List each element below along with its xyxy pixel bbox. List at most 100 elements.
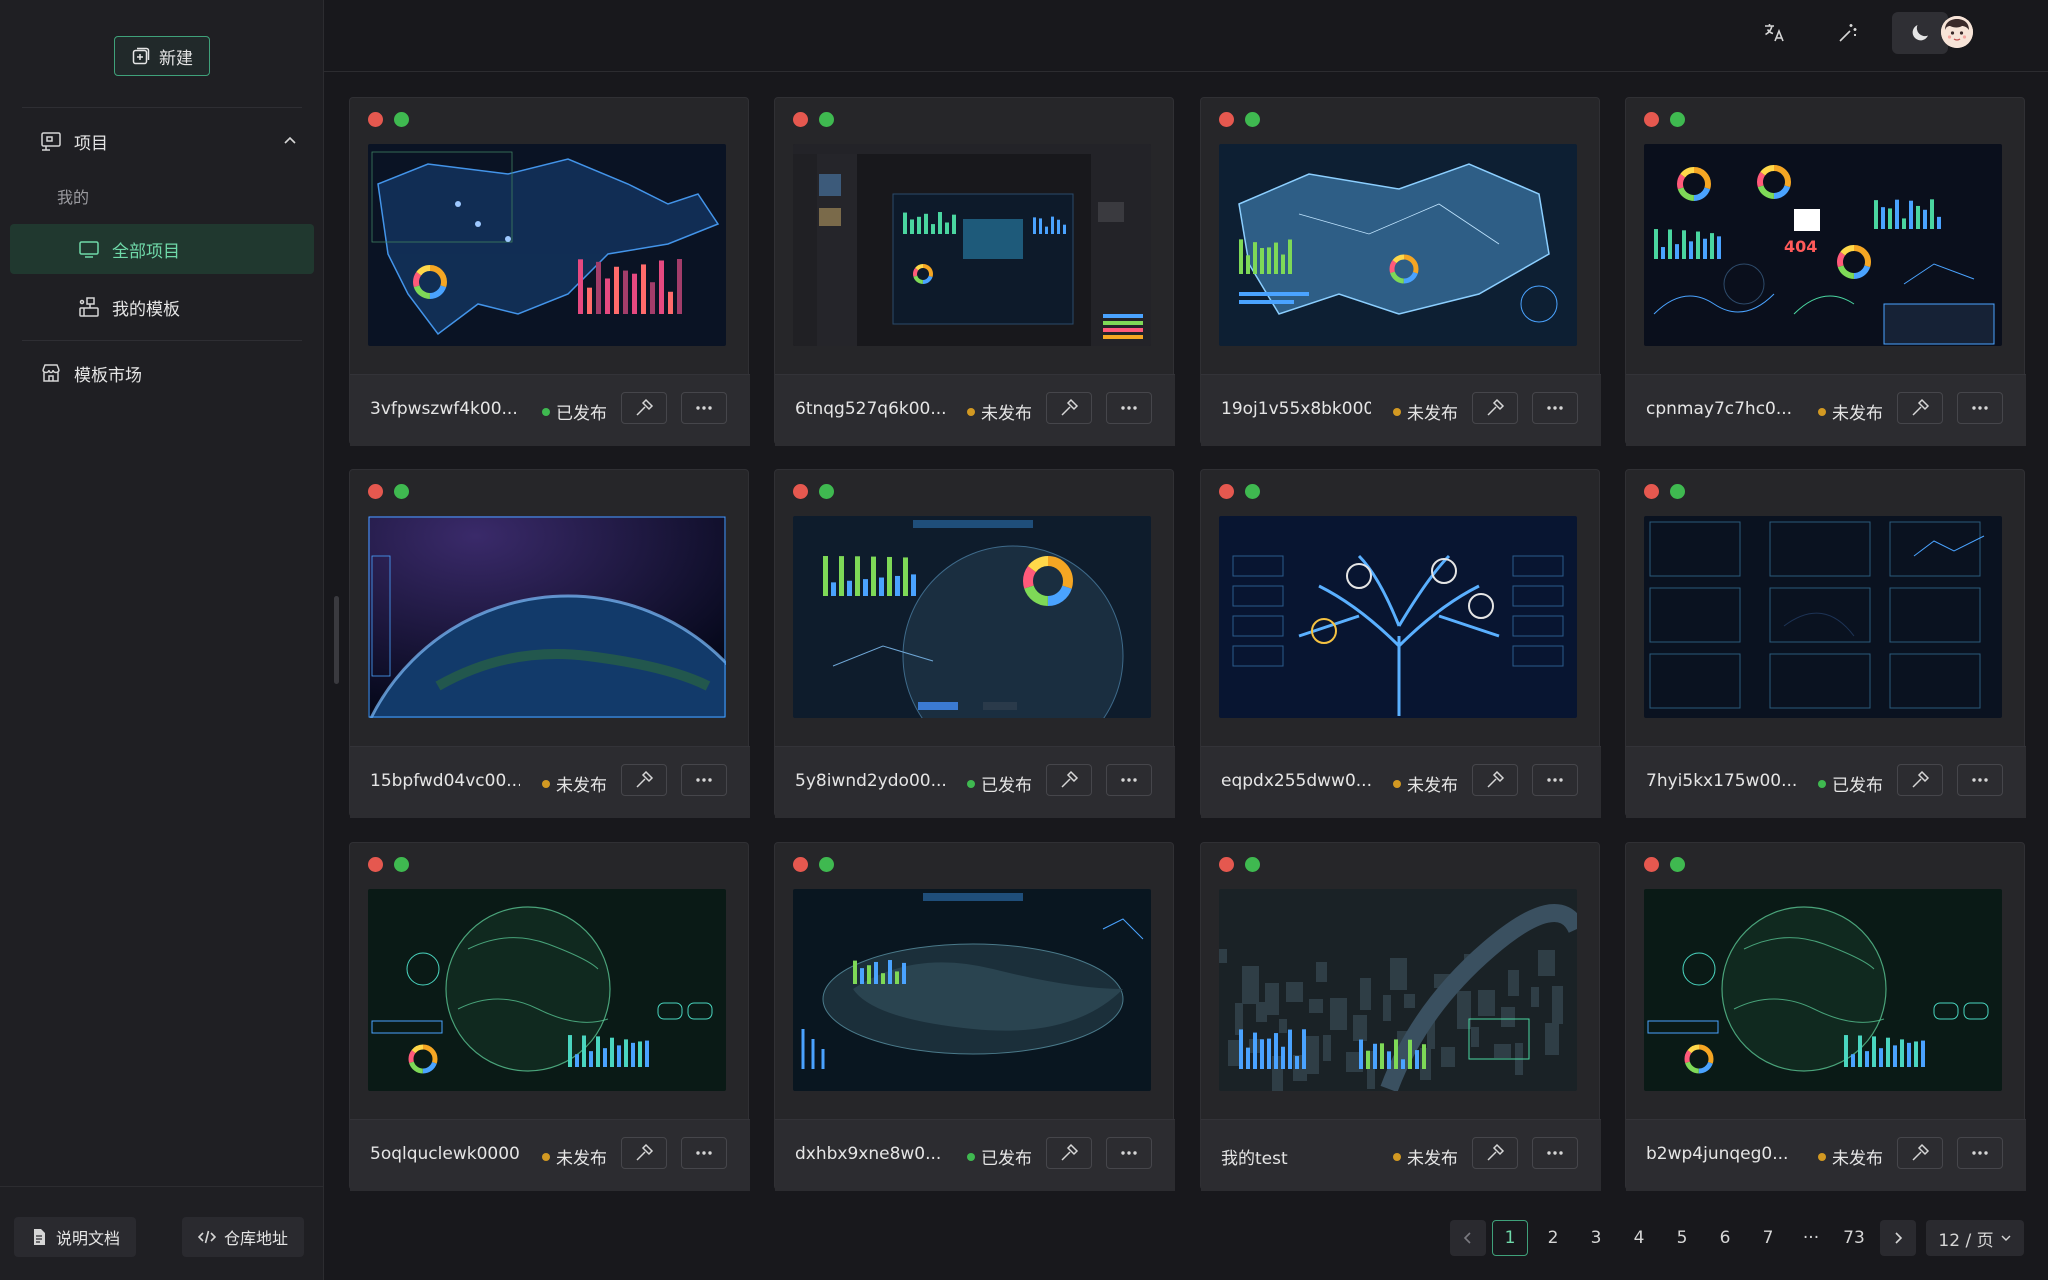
- edit-button[interactable]: [1897, 392, 1943, 424]
- project-thumbnail[interactable]: [793, 516, 1151, 718]
- expand-dot-icon[interactable]: [1670, 112, 1685, 127]
- project-card[interactable]: 5oqlquclewk0000 未发布: [349, 842, 750, 1191]
- expand-dot-icon[interactable]: [394, 857, 409, 872]
- expand-dot-icon[interactable]: [1670, 857, 1685, 872]
- edit-button[interactable]: [1897, 1137, 1943, 1169]
- page-1[interactable]: 1: [1492, 1220, 1528, 1256]
- close-dot-icon[interactable]: [1644, 857, 1659, 872]
- project-card[interactable]: 6tnqg527q6k00... 未发布: [774, 97, 1175, 446]
- user-avatar[interactable]: [1941, 16, 1973, 48]
- close-dot-icon[interactable]: [1644, 112, 1659, 127]
- page-7[interactable]: 7: [1750, 1220, 1786, 1256]
- docs-button[interactable]: 说明文档: [14, 1217, 137, 1257]
- hammer-icon: [1061, 1143, 1079, 1161]
- edit-button[interactable]: [1897, 764, 1943, 796]
- project-thumbnail[interactable]: [793, 144, 1151, 346]
- sidebar-resize-handle[interactable]: [334, 596, 339, 684]
- edit-button[interactable]: [621, 392, 667, 424]
- edit-button[interactable]: [1472, 764, 1518, 796]
- close-dot-icon[interactable]: [793, 112, 808, 127]
- more-button[interactable]: [1106, 1137, 1152, 1169]
- more-button[interactable]: [1532, 764, 1578, 796]
- close-dot-icon[interactable]: [1219, 484, 1234, 499]
- status-dot-icon: [1393, 407, 1401, 416]
- more-button[interactable]: [1957, 764, 2003, 796]
- sidebar-item-my-templates[interactable]: 我的模板: [10, 282, 314, 332]
- project-thumbnail[interactable]: [368, 889, 726, 1091]
- more-button[interactable]: [1957, 392, 2003, 424]
- project-thumbnail[interactable]: [1219, 144, 1577, 346]
- translate-button[interactable]: [1746, 12, 1802, 54]
- page-size-select[interactable]: 12 / 页: [1926, 1220, 2024, 1256]
- edit-button[interactable]: [621, 1137, 667, 1169]
- edit-button[interactable]: [1046, 764, 1092, 796]
- close-dot-icon[interactable]: [368, 484, 383, 499]
- expand-dot-icon[interactable]: [394, 112, 409, 127]
- chevron-up-icon[interactable]: [282, 133, 298, 149]
- project-card[interactable]: 19oj1v55x8bk000 未发布: [1200, 97, 1601, 446]
- more-button[interactable]: [1106, 764, 1152, 796]
- more-button[interactable]: [681, 392, 727, 424]
- menu-group-project[interactable]: 项目: [40, 126, 310, 156]
- more-button[interactable]: [1532, 392, 1578, 424]
- project-card[interactable]: 15bpfwd04vc00... 未发布: [349, 469, 750, 818]
- project-card[interactable]: eqpdx255dww0... 未发布: [1200, 469, 1601, 818]
- magic-button[interactable]: [1820, 12, 1876, 54]
- close-dot-icon[interactable]: [793, 484, 808, 499]
- page-5[interactable]: 5: [1664, 1220, 1700, 1256]
- page-4[interactable]: 4: [1621, 1220, 1657, 1256]
- expand-dot-icon[interactable]: [819, 484, 834, 499]
- edit-button[interactable]: [1472, 1137, 1518, 1169]
- next-page-button[interactable]: [1880, 1220, 1916, 1256]
- more-button[interactable]: [1532, 1137, 1578, 1169]
- project-card[interactable]: 5y8iwnd2ydo00... 已发布: [774, 469, 1175, 818]
- expand-dot-icon[interactable]: [1245, 112, 1260, 127]
- close-dot-icon[interactable]: [1219, 112, 1234, 127]
- repo-button[interactable]: 仓库地址: [182, 1217, 305, 1257]
- page-6[interactable]: 6: [1707, 1220, 1743, 1256]
- more-button[interactable]: [681, 1137, 727, 1169]
- project-card[interactable]: 404 cpnmay7c7hc0... 未发布: [1625, 97, 2026, 446]
- project-thumbnail[interactable]: [1644, 516, 2002, 718]
- edit-button[interactable]: [1046, 392, 1092, 424]
- edit-button[interactable]: [621, 764, 667, 796]
- project-thumbnail[interactable]: 404: [1644, 144, 2002, 346]
- project-thumbnail[interactable]: [1219, 516, 1577, 718]
- status-dot-icon: [967, 407, 975, 416]
- project-thumbnail[interactable]: [368, 144, 726, 346]
- project-card[interactable]: 3vfpwszwf4k00... 已发布: [349, 97, 750, 446]
- close-dot-icon[interactable]: [1219, 857, 1234, 872]
- more-button[interactable]: [1957, 1137, 2003, 1169]
- page-73[interactable]: 73: [1836, 1220, 1872, 1256]
- page-3[interactable]: 3: [1578, 1220, 1614, 1256]
- expand-dot-icon[interactable]: [1245, 484, 1260, 499]
- edit-button[interactable]: [1046, 1137, 1092, 1169]
- project-thumbnail[interactable]: [793, 889, 1151, 1091]
- close-dot-icon[interactable]: [368, 857, 383, 872]
- expand-dot-icon[interactable]: [819, 112, 834, 127]
- close-dot-icon[interactable]: [1644, 484, 1659, 499]
- expand-dot-icon[interactable]: [1245, 857, 1260, 872]
- sidebar-item-template-market[interactable]: 模板市场: [10, 348, 314, 398]
- project-card[interactable]: b2wp4junqeg0... 未发布: [1625, 842, 2026, 1191]
- project-thumbnail[interactable]: [368, 516, 726, 718]
- project-card[interactable]: dxhbx9xne8w0... 已发布: [774, 842, 1175, 1191]
- expand-dot-icon[interactable]: [1670, 484, 1685, 499]
- sidebar-item-all-projects[interactable]: 全部项目: [10, 224, 314, 274]
- project-thumbnail[interactable]: [1644, 889, 2002, 1091]
- page-ellipsis[interactable]: ···: [1793, 1220, 1829, 1256]
- page-2[interactable]: 2: [1535, 1220, 1571, 1256]
- prev-page-button[interactable]: [1450, 1220, 1486, 1256]
- edit-button[interactable]: [1472, 392, 1518, 424]
- theme-toggle-button[interactable]: [1892, 12, 1948, 54]
- close-dot-icon[interactable]: [368, 112, 383, 127]
- project-card[interactable]: 我的test 未发布: [1200, 842, 1601, 1191]
- new-project-button[interactable]: 新建: [114, 36, 210, 76]
- more-button[interactable]: [681, 764, 727, 796]
- project-thumbnail[interactable]: [1219, 889, 1577, 1091]
- project-card[interactable]: 7hyi5kx175w00... 已发布: [1625, 469, 2026, 818]
- expand-dot-icon[interactable]: [394, 484, 409, 499]
- more-button[interactable]: [1106, 392, 1152, 424]
- close-dot-icon[interactable]: [793, 857, 808, 872]
- expand-dot-icon[interactable]: [819, 857, 834, 872]
